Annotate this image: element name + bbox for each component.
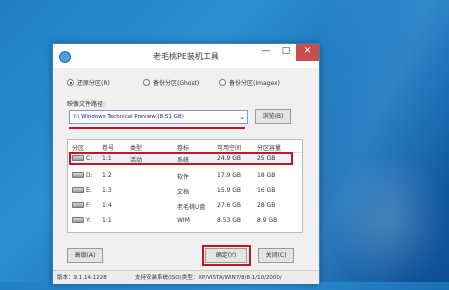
free-space: 27.6 GB bbox=[217, 202, 242, 209]
volume-number: 1:1 bbox=[102, 155, 112, 162]
volume-label: 文档 bbox=[177, 189, 190, 196]
advanced-button[interactable]: 高级(A) bbox=[67, 248, 103, 263]
pe-installer-window: 老毛桃PE装机工具 — □ ✕ 还原分区(R) 备份分区(Ghost) 备份分区… bbox=[52, 43, 320, 284]
ok-button[interactable]: 确定(Y) bbox=[205, 248, 247, 263]
radio-label: 还原分区(R) bbox=[77, 80, 110, 87]
column-header: 卷标 bbox=[177, 145, 190, 152]
table-row[interactable]: F: 1:4 老毛桃U盘 27.6 GB 28 GB bbox=[68, 199, 302, 212]
close-button[interactable]: ✕ bbox=[296, 44, 319, 61]
capacity: 16 GB bbox=[257, 187, 276, 194]
close-dialog-button[interactable]: 关闭(C) bbox=[258, 248, 294, 263]
browse-button[interactable]: 浏览(B) bbox=[255, 109, 291, 124]
image-path-value: I:\ Windows Technical Preview (8.51 GB) bbox=[74, 114, 184, 120]
partition-type: 活动 bbox=[130, 157, 143, 164]
free-space: 15.9 GB bbox=[217, 187, 242, 194]
table-row[interactable]: D: 1:2 软件 17.9 GB 18 GB bbox=[68, 169, 302, 182]
highlight-underline bbox=[69, 127, 245, 129]
radio-icon bbox=[143, 79, 150, 86]
column-header: 分区容量 bbox=[257, 145, 282, 152]
capacity: 28 GB bbox=[257, 202, 276, 209]
version-text: 版本：9.1.14.1228 bbox=[57, 275, 107, 281]
chevron-down-icon[interactable]: ⌄ bbox=[239, 113, 245, 121]
backup-ghost-radio[interactable]: 备份分区(Ghost) bbox=[143, 78, 199, 87]
volume-label: 系统 bbox=[177, 157, 190, 164]
radio-label: 备份分区(Imagex) bbox=[229, 80, 280, 87]
maximize-button[interactable]: □ bbox=[276, 44, 296, 61]
drive-letter: C: bbox=[86, 155, 93, 162]
drive-letter: E: bbox=[86, 187, 92, 194]
capacity: 18 GB bbox=[257, 172, 276, 179]
mode-radio-group: 还原分区(R) 备份分区(Ghost) 备份分区(Imagex) bbox=[67, 78, 307, 90]
desktop-glow bbox=[330, 150, 449, 290]
volume-label: 老毛桃U盘 bbox=[177, 204, 206, 211]
drive-letter: F: bbox=[86, 202, 92, 209]
disk-icon bbox=[72, 155, 84, 161]
drive-letter: Y: bbox=[86, 217, 91, 224]
image-path-select[interactable]: I:\ Windows Technical Preview (8.51 GB) … bbox=[69, 110, 248, 124]
volume-label: WIM bbox=[177, 217, 190, 224]
radio-icon bbox=[67, 79, 74, 86]
volume-label: 软件 bbox=[177, 174, 190, 181]
column-header: 类型 bbox=[130, 145, 143, 152]
disk-icon bbox=[72, 217, 84, 223]
free-space: 8.53 GB bbox=[217, 217, 242, 224]
disk-icon bbox=[72, 172, 84, 178]
radio-label: 备份分区(Ghost) bbox=[153, 80, 200, 87]
column-header: 分区 bbox=[72, 145, 85, 152]
disk-icon bbox=[72, 187, 84, 193]
restore-radio[interactable]: 还原分区(R) bbox=[67, 78, 110, 87]
free-space: 24.9 GB bbox=[217, 155, 242, 162]
title-bar: 老毛桃PE装机工具 — □ ✕ bbox=[53, 44, 319, 68]
image-path-label: 映像文件路径: bbox=[67, 101, 106, 108]
column-header: 可用空间 bbox=[217, 145, 242, 152]
free-space: 17.9 GB bbox=[217, 172, 242, 179]
table-row[interactable]: Y: 1:1 WIM 8.53 GB 8.9 GB bbox=[68, 214, 302, 227]
backup-imagex-radio[interactable]: 备份分区(Imagex) bbox=[219, 78, 280, 87]
column-header: 卷号 bbox=[102, 145, 115, 152]
supported-systems-text: 支持安装系统(ISO)类型：XP/VISTA/WIN7/8/8.1/10/200… bbox=[135, 275, 282, 281]
partition-table: 分区 卷号 类型 卷标 可用空间 分区容量 C: 1:1 活动 系统 24.9 … bbox=[67, 139, 303, 233]
minimize-button[interactable]: — bbox=[256, 44, 276, 61]
capacity: 8.9 GB bbox=[257, 217, 278, 224]
disk-icon bbox=[72, 202, 84, 208]
volume-number: 1:2 bbox=[102, 172, 112, 179]
volume-number: 1:1 bbox=[102, 217, 112, 224]
capacity: 25 GB bbox=[257, 155, 276, 162]
drive-letter: D: bbox=[86, 172, 93, 179]
volume-number: 1:4 bbox=[102, 202, 112, 209]
table-row[interactable]: E: 1:3 文档 15.9 GB 16 GB bbox=[68, 184, 302, 197]
table-row[interactable]: C: 1:1 活动 系统 24.9 GB 25 GB bbox=[68, 152, 302, 165]
volume-number: 1:3 bbox=[102, 187, 112, 194]
radio-icon bbox=[219, 79, 226, 86]
